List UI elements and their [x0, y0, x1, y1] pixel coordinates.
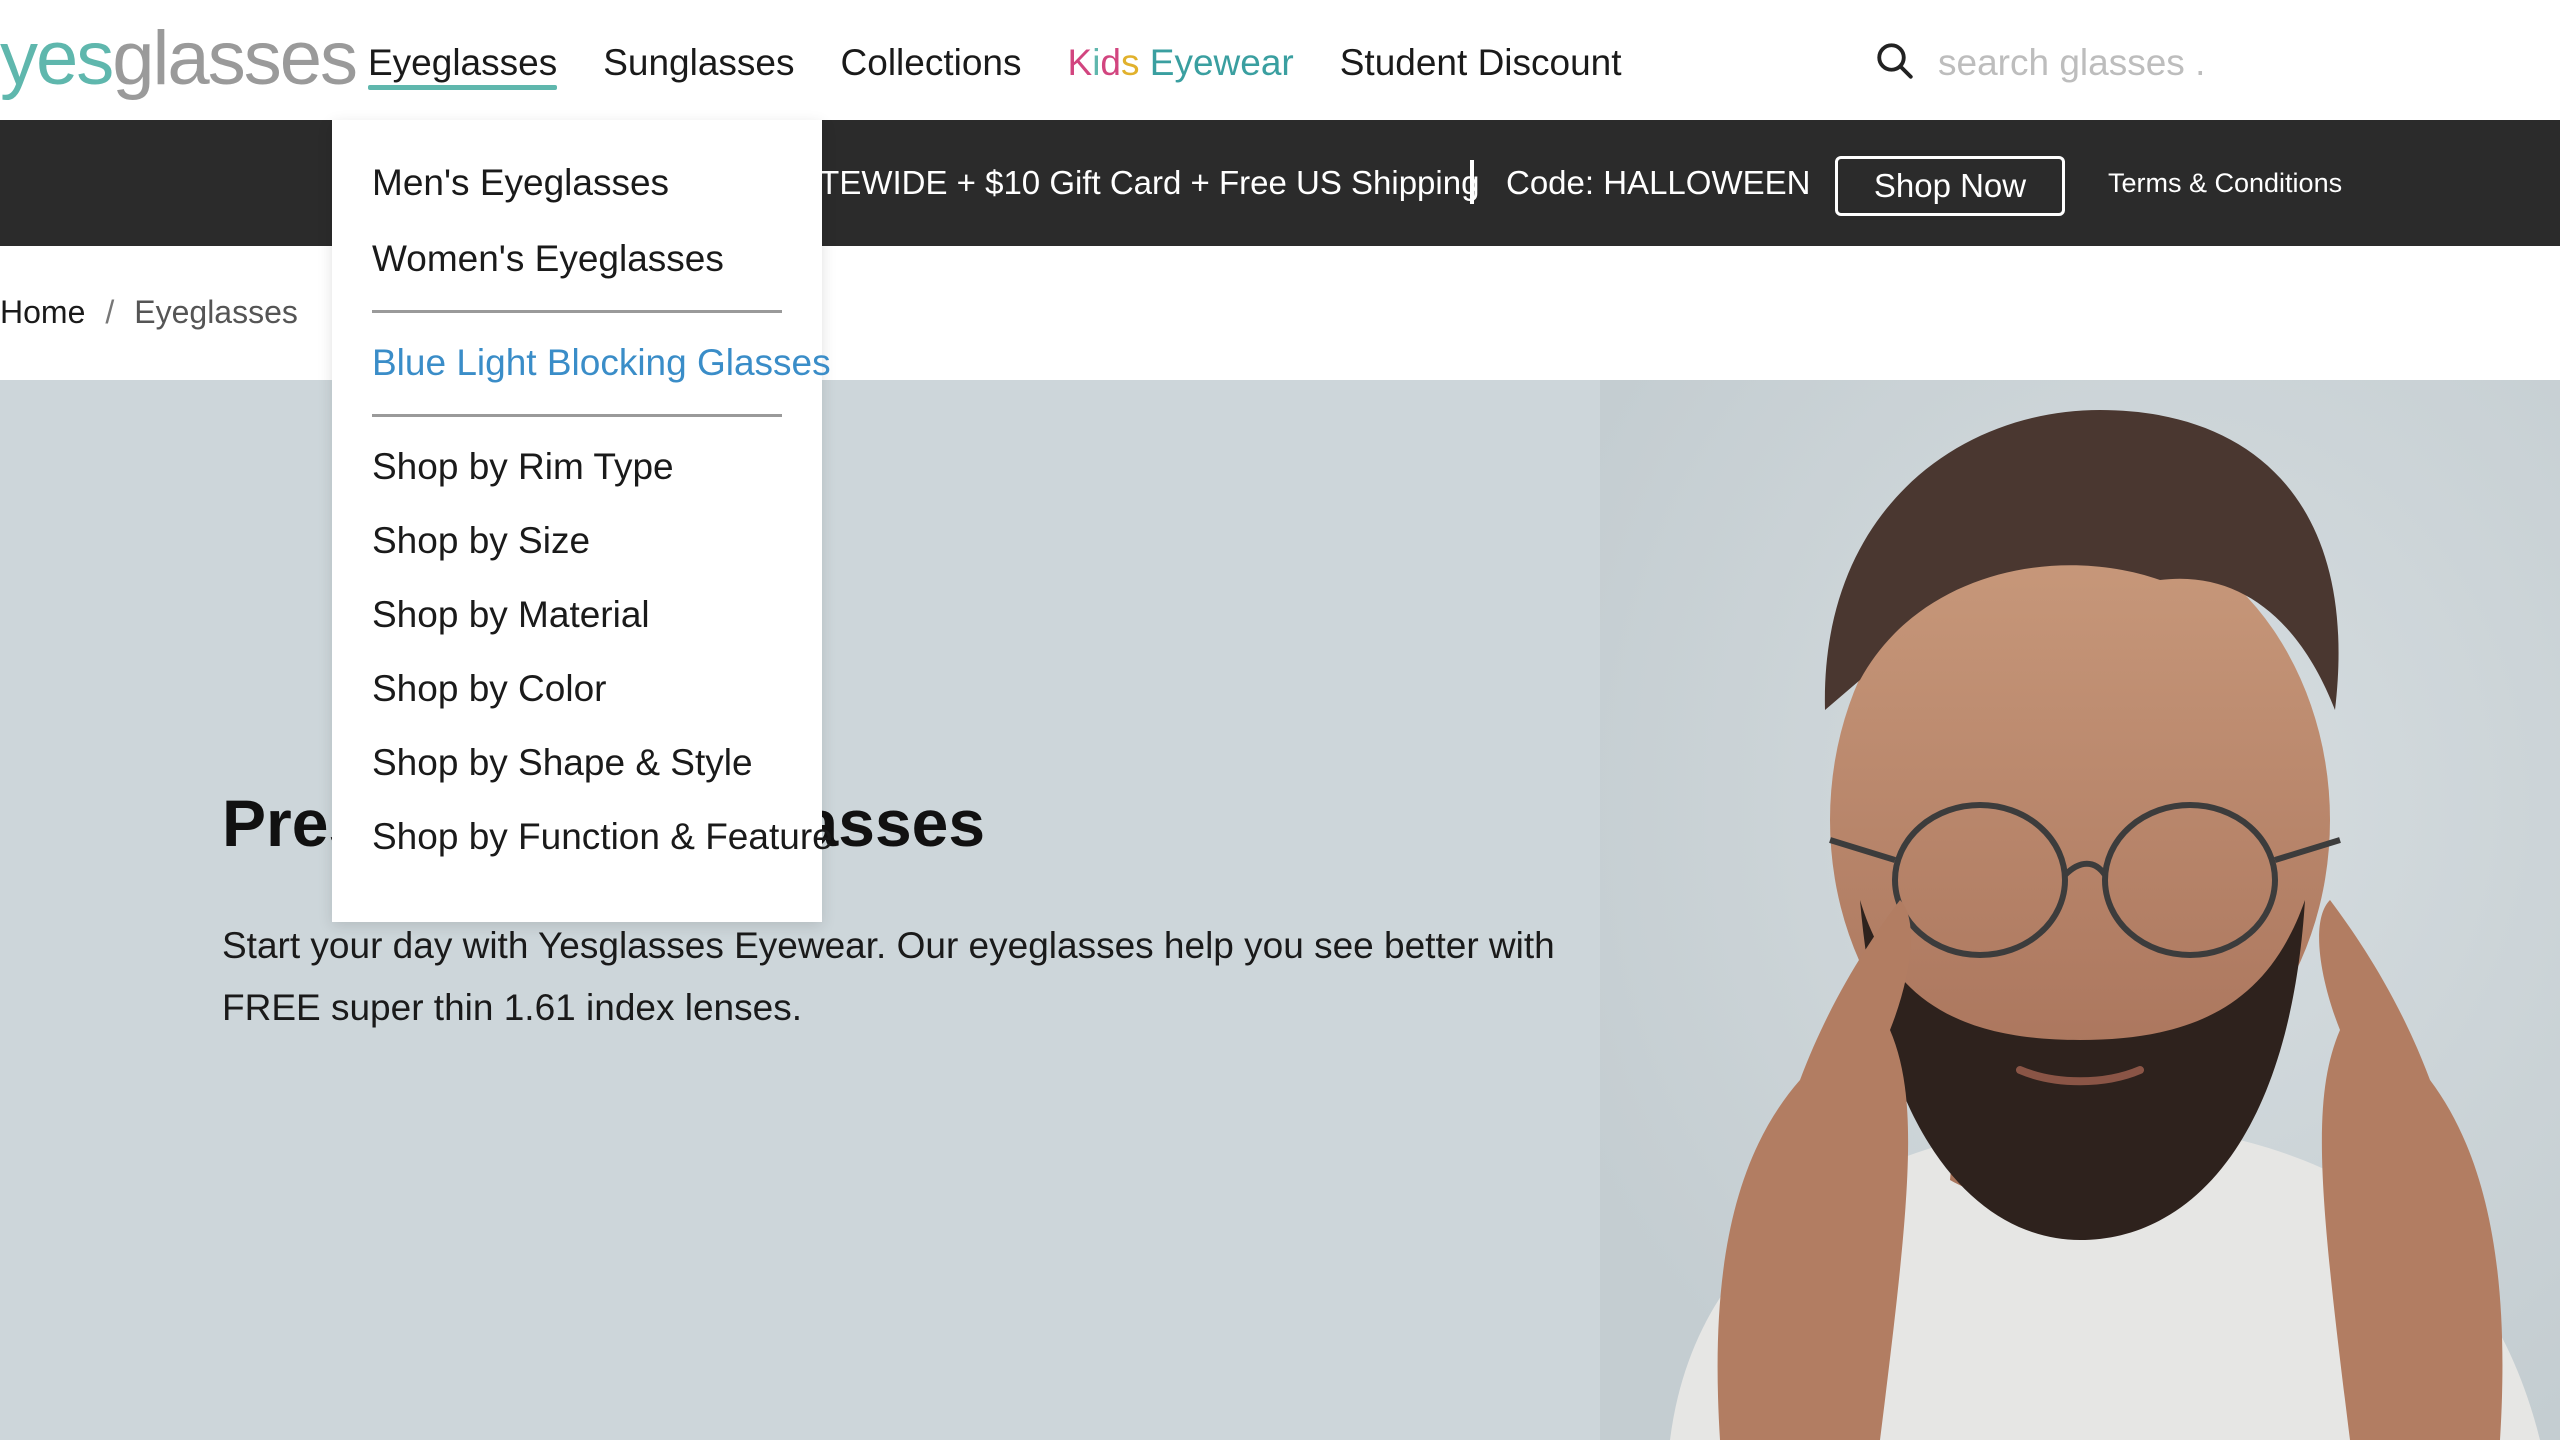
menu-item-shop-by-rim-type[interactable]: Shop by Rim Type: [372, 442, 674, 492]
nav-kids-eyewear[interactable]: Kids Eyewear: [1068, 36, 1294, 90]
hero-model-image: [1600, 380, 2560, 1440]
shop-now-button[interactable]: Shop Now: [1835, 156, 2065, 216]
site-header: yesglasses Eyeglasses Sunglasses Collect…: [0, 0, 2560, 120]
menu-item-shop-by-color[interactable]: Shop by Color: [372, 664, 606, 714]
logo-glasses: glasses: [112, 16, 358, 101]
terms-link[interactable]: Terms & Conditions: [2108, 120, 2342, 246]
search-icon[interactable]: [1874, 40, 1916, 87]
menu-item-shop-by-size[interactable]: Shop by Size: [372, 516, 590, 566]
search-bar: [1874, 36, 2434, 90]
menu-divider: [372, 414, 782, 417]
menu-item-womens-eyeglasses[interactable]: Women's Eyeglasses: [372, 234, 724, 284]
nav-eyeglasses[interactable]: Eyeglasses: [368, 36, 558, 90]
nav-student-discount[interactable]: Student Discount: [1340, 36, 1622, 90]
menu-item-shop-by-shape-style[interactable]: Shop by Shape & Style: [372, 738, 753, 788]
kids-letter-s: s: [1121, 42, 1140, 83]
promo-text: ITEWIDE + $10 Gift Card + Free US Shippi…: [810, 164, 1480, 201]
main-nav: Eyeglasses Sunglasses Collections Kids E…: [368, 36, 1622, 90]
eyeglasses-dropdown-menu: Men's Eyeglasses Women's Eyeglasses Blue…: [332, 120, 833, 922]
menu-item-blue-light-blocking[interactable]: Blue Light Blocking Glasses: [372, 338, 831, 388]
nav-collections[interactable]: Collections: [841, 36, 1022, 90]
site-logo[interactable]: yesglasses: [0, 14, 358, 104]
nav-sunglasses[interactable]: Sunglasses: [603, 36, 794, 90]
promo-code: Code: HALLOWEEN: [1506, 164, 1811, 201]
promo-divider: [1470, 160, 1474, 204]
kids-letter-d: d: [1100, 42, 1121, 83]
breadcrumb-current: Eyeglasses: [134, 294, 298, 330]
menu-divider: [372, 310, 782, 313]
logo-yes: yes: [0, 16, 114, 101]
menu-item-shop-by-function-feature[interactable]: Shop by Function & Feature: [372, 812, 833, 862]
menu-item-shop-by-material[interactable]: Shop by Material: [372, 590, 650, 640]
breadcrumb-home[interactable]: Home: [0, 294, 85, 330]
menu-item-mens-eyeglasses[interactable]: Men's Eyeglasses: [372, 158, 669, 208]
breadcrumb-separator: /: [105, 294, 115, 330]
kids-eyewear-rest: Eyewear: [1139, 42, 1294, 83]
kids-letter-k: K: [1067, 42, 1093, 83]
search-input[interactable]: [1936, 41, 2420, 85]
hero-description: Start your day with Yesglasses Eyewear. …: [222, 925, 1555, 1028]
breadcrumb: Home / Eyeglasses: [0, 288, 298, 336]
